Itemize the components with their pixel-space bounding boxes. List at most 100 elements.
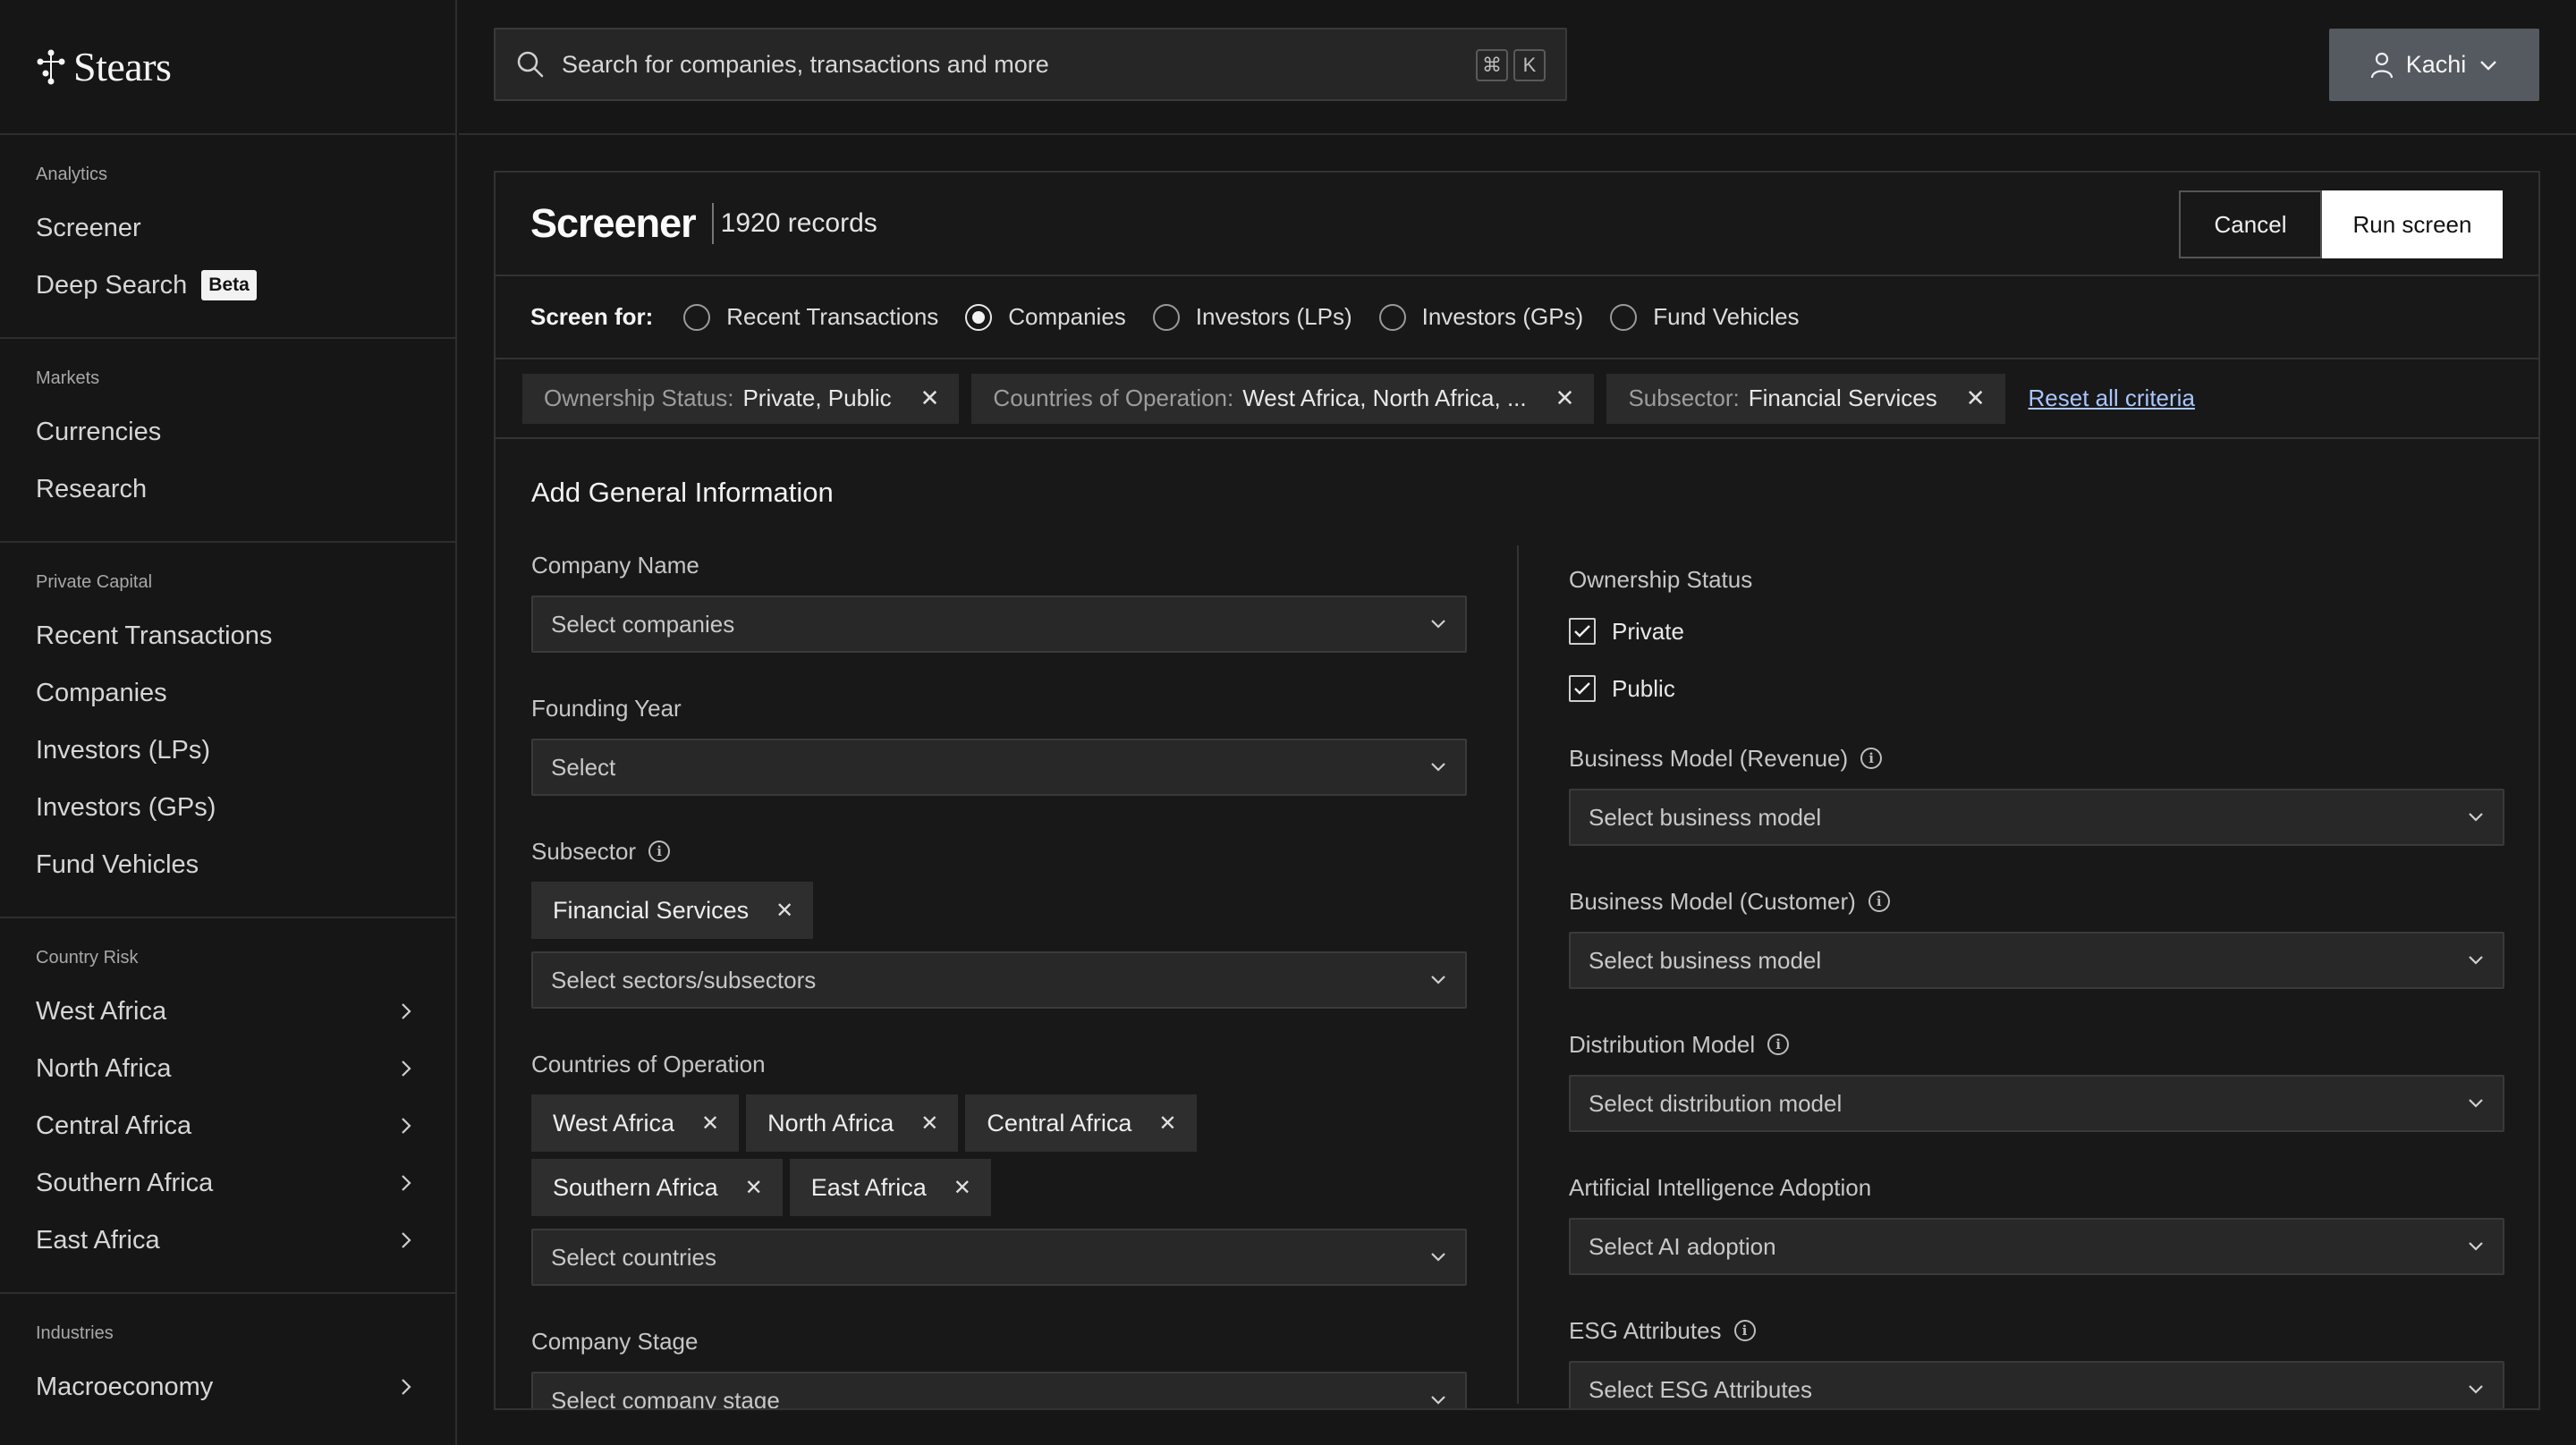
sidebar-item-label: Recent Transactions bbox=[36, 621, 273, 650]
remove-criteria-icon[interactable]: ✕ bbox=[1966, 384, 1986, 412]
select-placeholder: Select countries bbox=[551, 1243, 716, 1271]
sidebar-item-label: Macroeconomy bbox=[36, 1372, 214, 1401]
remove-chip-icon[interactable]: ✕ bbox=[701, 1111, 719, 1137]
records-count: 1920 records bbox=[720, 208, 877, 238]
field-label-text: Subsector bbox=[531, 838, 637, 865]
user-name: Kachi bbox=[2405, 51, 2467, 78]
brand-logo[interactable]: Stears bbox=[0, 0, 455, 135]
founding-year-select[interactable]: Select bbox=[531, 739, 1467, 796]
field-label: Business Model (Customer) i bbox=[1569, 882, 2504, 921]
sidebar-item-west-africa[interactable]: West Africa bbox=[36, 983, 455, 1040]
chevron-down-icon bbox=[1431, 976, 1445, 984]
remove-chip-icon[interactable]: ✕ bbox=[953, 1175, 971, 1201]
check-icon bbox=[1574, 625, 1590, 638]
remove-chip-icon[interactable]: ✕ bbox=[920, 1111, 938, 1137]
field-label-text: ESG Attributes bbox=[1569, 1317, 1722, 1344]
esg-attributes-select[interactable]: Select ESG Attributes bbox=[1569, 1361, 2504, 1408]
sidebar-item-investors-gps[interactable]: Investors (GPs) bbox=[36, 779, 455, 836]
user-icon bbox=[2370, 52, 2393, 78]
radio-companies[interactable]: Companies bbox=[965, 303, 1126, 331]
radio-recent-transactions[interactable]: Recent Transactions bbox=[683, 303, 938, 331]
sidebar-item-label: East Africa bbox=[36, 1225, 160, 1255]
ownership-public-checkbox[interactable]: Public bbox=[1569, 660, 2504, 717]
subsector-select[interactable]: Select sectors/subsectors bbox=[531, 951, 1467, 1009]
select-placeholder: Select bbox=[551, 753, 616, 781]
sidebar-item-deep-search[interactable]: Deep Search Beta bbox=[36, 257, 455, 314]
nav-section-title: Industries bbox=[36, 1323, 114, 1343]
remove-chip-icon[interactable]: ✕ bbox=[775, 898, 793, 924]
ai-adoption-select[interactable]: Select AI adoption bbox=[1569, 1218, 2504, 1275]
country-chip: Southern Africa ✕ bbox=[531, 1159, 783, 1216]
countries-select[interactable]: Select countries bbox=[531, 1229, 1467, 1286]
cancel-button[interactable]: Cancel bbox=[2179, 190, 2322, 258]
nav-section-title: Private Capital bbox=[36, 572, 153, 592]
run-screen-button[interactable]: Run screen bbox=[2322, 190, 2503, 258]
radio-button[interactable] bbox=[1152, 303, 1180, 331]
sidebar-item-investors-lps[interactable]: Investors (LPs) bbox=[36, 722, 455, 779]
radio-button[interactable] bbox=[1378, 303, 1406, 331]
nav-section-country-risk: Country Risk West Africa North Africa Ce… bbox=[0, 918, 455, 1294]
sidebar-item-currencies[interactable]: Currencies bbox=[36, 403, 455, 461]
country-chip: North Africa ✕ bbox=[746, 1094, 959, 1152]
chip-label: West Africa bbox=[553, 1109, 675, 1137]
chevron-down-icon bbox=[2469, 813, 2483, 822]
field-ownership-status: Ownership Status Private Public bbox=[1569, 560, 2504, 717]
radio-button-selected[interactable] bbox=[965, 303, 993, 331]
chevron-down-icon bbox=[2469, 1385, 2483, 1394]
sidebar-item-fund-vehicles[interactable]: Fund Vehicles bbox=[36, 836, 455, 893]
business-model-revenue-select[interactable]: Select business model bbox=[1569, 789, 2504, 846]
sidebar-item-companies[interactable]: Companies bbox=[36, 664, 455, 722]
criteria-value: Financial Services bbox=[1748, 384, 1937, 411]
sidebar-item-screener[interactable]: Screener bbox=[36, 199, 455, 257]
chip-label: Central Africa bbox=[987, 1109, 1132, 1137]
criteria-value: Private, Public bbox=[742, 384, 892, 411]
ownership-private-checkbox[interactable]: Private bbox=[1569, 603, 2504, 660]
remove-chip-icon[interactable]: ✕ bbox=[745, 1175, 763, 1201]
reset-all-criteria-link[interactable]: Reset all criteria bbox=[2029, 384, 2195, 412]
sidebar-item-macroeconomy[interactable]: Macroeconomy bbox=[36, 1358, 455, 1415]
select-placeholder: Select companies bbox=[551, 610, 735, 638]
chevron-down-icon bbox=[2469, 1242, 2483, 1251]
radio-label: Fund Vehicles bbox=[1653, 303, 1800, 330]
sidebar-item-southern-africa[interactable]: Southern Africa bbox=[36, 1154, 455, 1212]
chevron-down-icon bbox=[1431, 1253, 1445, 1262]
checkbox-checked[interactable] bbox=[1569, 675, 1596, 702]
sidebar-item-north-africa[interactable]: North Africa bbox=[36, 1040, 455, 1097]
checkbox-checked[interactable] bbox=[1569, 618, 1596, 645]
business-model-customer-select[interactable]: Select business model bbox=[1569, 932, 2504, 989]
sidebar-item-research[interactable]: Research bbox=[36, 461, 455, 518]
company-name-select[interactable]: Select companies bbox=[531, 596, 1467, 653]
sidebar-item-central-africa[interactable]: Central Africa bbox=[36, 1097, 455, 1154]
info-icon[interactable]: i bbox=[1868, 891, 1890, 912]
user-menu-button[interactable]: Kachi bbox=[2329, 29, 2539, 101]
field-founding-year: Founding Year Select bbox=[531, 689, 1467, 796]
remove-criteria-icon[interactable]: ✕ bbox=[920, 384, 940, 412]
brand-name: Stears bbox=[73, 44, 172, 89]
company-stage-select[interactable]: Select company stage bbox=[531, 1372, 1467, 1410]
sidebar-item-east-africa[interactable]: East Africa bbox=[36, 1212, 455, 1269]
countries-chips: West Africa ✕ North Africa ✕ Central Afr… bbox=[531, 1094, 1211, 1216]
field-label: Countries of Operation bbox=[531, 1051, 766, 1077]
chip-label: North Africa bbox=[767, 1109, 894, 1137]
distribution-model-select[interactable]: Select distribution model bbox=[1569, 1075, 2504, 1132]
screener-panel: Screener 1920 records Cancel Run screen … bbox=[494, 171, 2540, 1410]
radio-button[interactable] bbox=[683, 303, 711, 331]
radio-button[interactable] bbox=[1610, 303, 1638, 331]
select-placeholder: Select company stage bbox=[551, 1386, 780, 1410]
info-icon[interactable]: i bbox=[1860, 748, 1883, 769]
info-icon[interactable]: i bbox=[1767, 1034, 1790, 1055]
info-icon[interactable]: i bbox=[648, 841, 671, 862]
criteria-chip-countries: Countries of Operation: West Africa, Nor… bbox=[971, 373, 1595, 424]
sidebar-item-recent-transactions[interactable]: Recent Transactions bbox=[36, 607, 455, 664]
remove-criteria-icon[interactable]: ✕ bbox=[1555, 384, 1575, 412]
global-search-input[interactable]: Search for companies, transactions and m… bbox=[494, 28, 1567, 101]
sidebar-item-label: Central Africa bbox=[36, 1111, 192, 1140]
remove-chip-icon[interactable]: ✕ bbox=[1158, 1111, 1176, 1137]
field-company-name: Company Name Select companies bbox=[531, 545, 1467, 653]
country-chip: Central Africa ✕ bbox=[965, 1094, 1197, 1152]
radio-fund-vehicles[interactable]: Fund Vehicles bbox=[1610, 303, 1800, 331]
radio-investors-lps[interactable]: Investors (LPs) bbox=[1152, 303, 1352, 331]
criteria-chip-ownership: Ownership Status: Private, Public ✕ bbox=[522, 373, 960, 424]
radio-investors-gps[interactable]: Investors (GPs) bbox=[1378, 303, 1583, 331]
info-icon[interactable]: i bbox=[1733, 1320, 1756, 1341]
